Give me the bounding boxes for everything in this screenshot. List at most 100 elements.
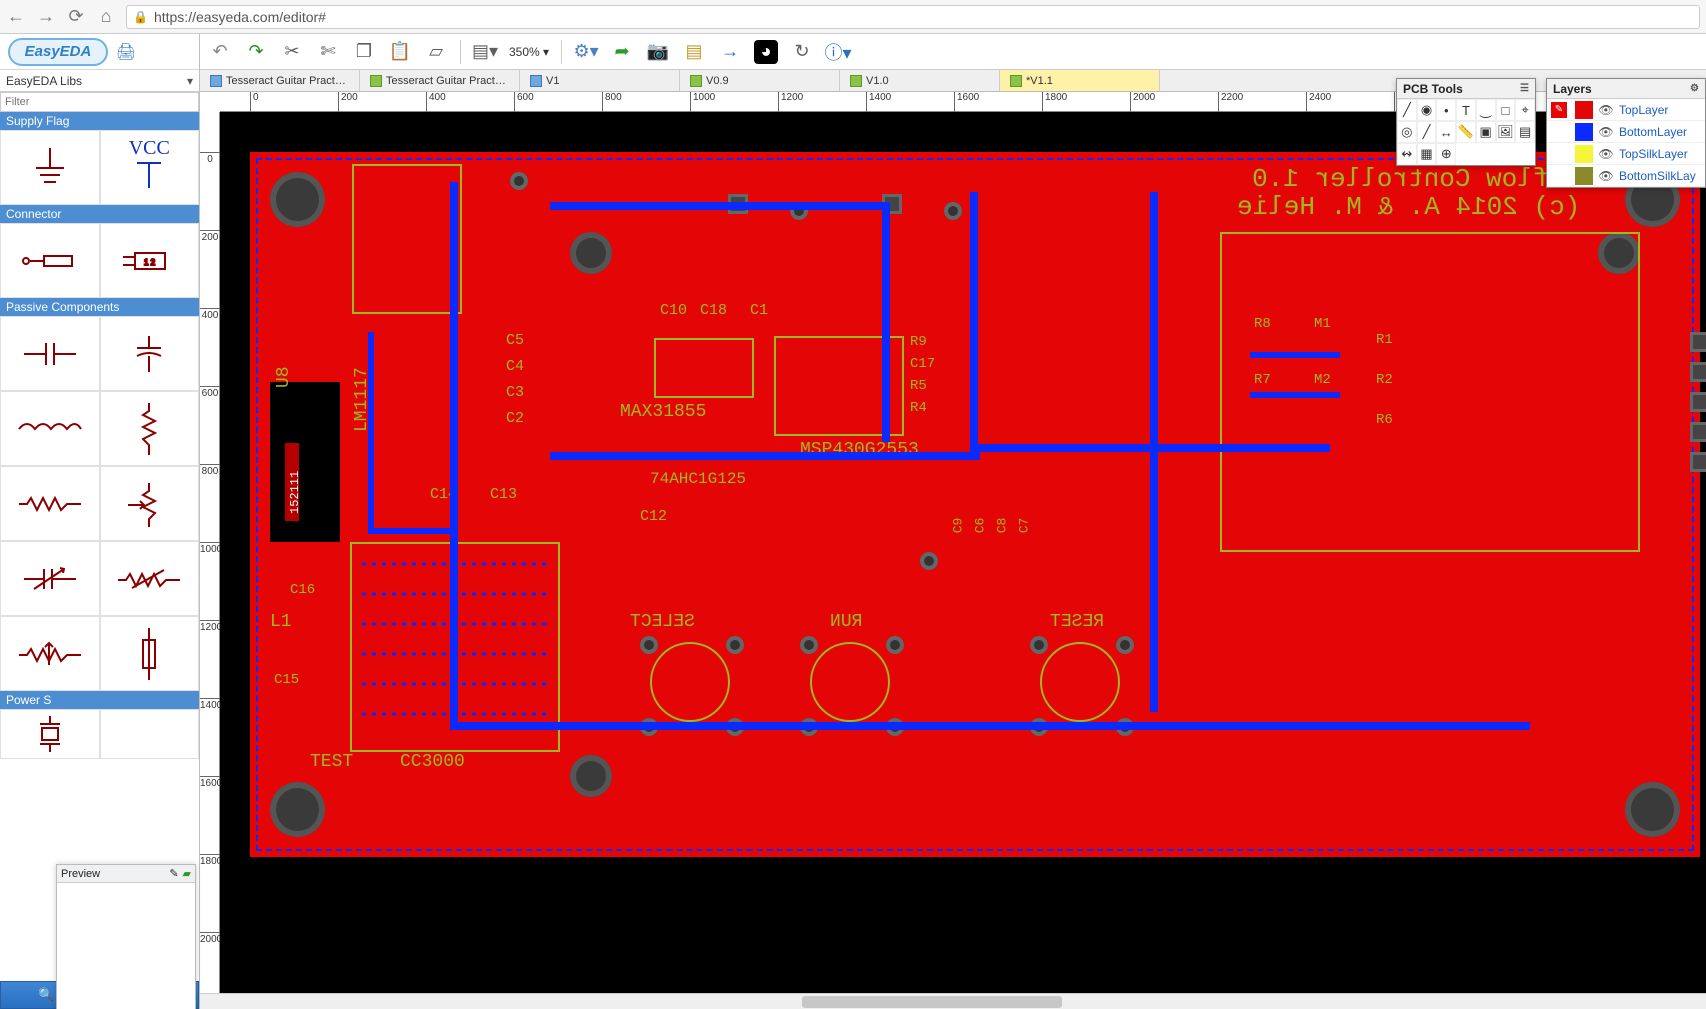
part-fuse[interactable] [100,616,200,691]
tool-rect[interactable]: □ [1496,99,1516,121]
tool-array[interactable]: ▦ [1417,143,1437,165]
gear-icon[interactable]: ⚙ [1690,83,1699,94]
layer-row[interactable]: ✎ 👁 TopLayer [1547,99,1705,121]
part-xtal[interactable] [0,709,100,759]
part-pot[interactable] [100,466,200,541]
share-icon[interactable]: ➦ [610,40,634,64]
back-button[interactable]: ← [6,7,26,27]
part-vcc[interactable]: VCC [100,130,200,205]
tab-2[interactable]: V1 [520,70,680,91]
tab-3[interactable]: V0.9 [680,70,840,91]
scissors-icon[interactable]: ✄ [316,40,340,64]
eye-icon[interactable]: 👁 [1597,169,1615,183]
tool-connect[interactable]: ↭ [1397,143,1417,165]
forward-button[interactable]: → [36,7,56,27]
tab-5[interactable]: *V1.1 [1000,70,1160,91]
tool-group[interactable]: ▤ [1515,121,1535,143]
btn-run[interactable] [810,642,890,722]
paste-button[interactable]: 📋 [388,40,412,64]
minimize-icon[interactable]: ☰ [1520,83,1529,94]
part-conn-2[interactable]: 1 2 [100,223,200,298]
part-gnd[interactable] [0,130,100,205]
layers-panel[interactable]: Layers⚙ ✎ 👁 TopLayer✎ 👁 BottomLayer✎ 👁 T… [1546,78,1706,188]
layer-color-swatch[interactable] [1575,167,1593,185]
part-inductor[interactable] [0,391,100,466]
preview-panel[interactable]: Preview ✎ ▰ [56,864,196,1009]
tool-hole[interactable]: ◎ [1397,121,1417,143]
tool-pad[interactable]: ◉ [1417,99,1437,121]
layer-color-swatch[interactable] [1575,145,1593,163]
tool-origin[interactable]: ⊕ [1436,143,1456,165]
layer-color-swatch[interactable] [1575,101,1593,119]
cat-power[interactable]: Power S [0,691,199,709]
horizontal-scrollbar[interactable] [200,993,1706,1009]
part-conn-1[interactable] [0,223,100,298]
cut-button[interactable]: ✂ [280,40,304,64]
print-icon[interactable]: 🖨 [116,42,136,62]
tool-arc[interactable]: ⏝ [1476,99,1496,121]
part-rheostat[interactable] [100,541,200,616]
align-button[interactable]: ▤▾ [473,40,497,64]
tool-via[interactable]: • [1436,99,1456,121]
tool-text[interactable]: T [1456,99,1476,121]
camera-icon[interactable]: 📷 [646,40,670,64]
address-bar[interactable]: 🔒 [126,5,1700,29]
tool-measure[interactable]: 📏 [1456,121,1476,143]
libs-filter[interactable] [0,92,199,112]
mount-hole[interactable] [570,755,612,797]
undo-button[interactable]: ↶ [208,40,232,64]
pencil-icon[interactable]: ✎ [169,867,178,880]
pcb-board[interactable]: Reflow Controller 1.0 (c) 2014 A. & M. H… [250,152,1700,857]
pcb-canvas[interactable]: Reflow Controller 1.0 (c) 2014 A. & M. H… [220,112,1706,1009]
zoom-level[interactable]: 350% ▾ [509,45,549,59]
libs-dropdown[interactable]: EasyEDA Libs ▾ [0,70,199,92]
tool-move[interactable]: ⌖ [1515,99,1535,121]
part-res-v[interactable] [100,391,200,466]
tool-image[interactable]: 🖼 [1496,121,1516,143]
cat-passive[interactable]: Passive Components [0,298,199,316]
bom-icon[interactable]: ▤ [682,40,706,64]
layer-row[interactable]: ✎ 👁 TopSilkLayer [1547,143,1705,165]
scrollbar-thumb[interactable] [802,996,1062,1008]
gear-icon[interactable]: ⚙▾ [574,40,598,64]
component-u8[interactable] [270,382,340,542]
tool-copper[interactable]: ▣ [1476,121,1496,143]
layer-row[interactable]: ✎ 👁 BottomSilkLay [1547,165,1705,187]
part-varcap[interactable] [0,541,100,616]
part-cap-pol[interactable] [100,316,200,391]
mount-hole[interactable] [1625,782,1680,837]
pcb-tools-panel[interactable]: PCB Tools☰ ╱ ◉ • T ⏝ □ ⌖ ◎ ╱ ↔ 📏 ▣ 🖼 ▤ ↭… [1396,78,1536,166]
steam-icon[interactable]: ◕ [754,40,778,64]
copy-button[interactable]: ❐ [352,40,376,64]
part-res[interactable] [0,466,100,541]
btn-reset[interactable] [1040,642,1120,722]
tool-track[interactable]: ╱ [1397,99,1417,121]
eraser-button[interactable]: ▱ [424,40,448,64]
eye-icon[interactable]: 👁 [1597,147,1615,161]
mount-hole[interactable] [270,172,325,227]
btn-select[interactable] [650,642,730,722]
layer-row[interactable]: ✎ 👁 BottomLayer [1547,121,1705,143]
part-varres[interactable] [0,616,100,691]
tab-4[interactable]: V1.0 [840,70,1000,91]
history-icon[interactable]: ↻ [790,40,814,64]
redo-button[interactable]: ↷ [244,40,268,64]
export-icon[interactable]: → [718,40,742,64]
mount-hole[interactable] [570,232,612,274]
tab-0[interactable]: Tesseract Guitar Pract… [200,70,360,91]
layer-color-swatch[interactable] [1575,123,1593,141]
eye-icon[interactable]: 👁 [1597,125,1615,139]
tool-dim[interactable]: ↔ [1436,121,1456,143]
cat-supply[interactable]: Supply Flag [0,112,199,130]
reload-button[interactable]: ⟳ [66,7,86,27]
cat-connector[interactable]: Connector [0,205,199,223]
part-cap[interactable] [0,316,100,391]
eye-icon[interactable]: 👁 [1597,103,1615,117]
tab-1[interactable]: Tesseract Guitar Pract… [360,70,520,91]
url-input[interactable] [154,9,1693,25]
filter-input[interactable] [0,92,199,112]
info-icon[interactable]: ⓘ▾ [826,40,850,64]
easyeda-logo[interactable]: EasyEDA [8,38,108,66]
home-button[interactable]: ⌂ [96,7,116,27]
battery-icon[interactable]: ▰ [183,867,191,880]
